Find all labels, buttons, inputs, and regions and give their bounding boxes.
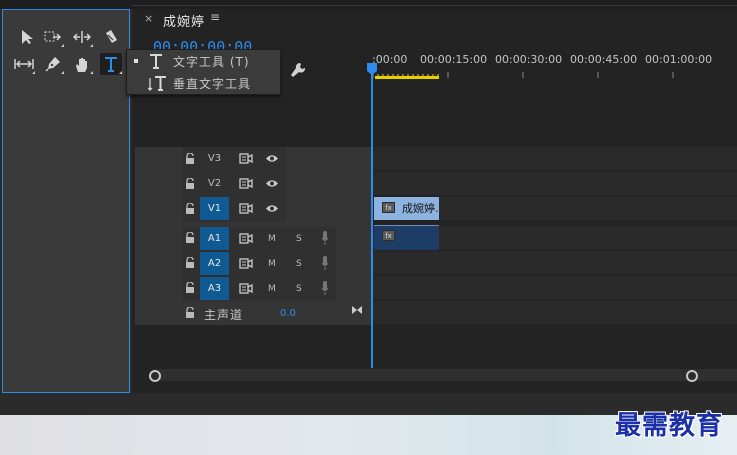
- scroll-handle-left[interactable]: [149, 370, 161, 382]
- flyout-indicator: [90, 71, 93, 74]
- track-lane-a2[interactable]: [373, 251, 737, 274]
- track-target-a2[interactable]: A2: [200, 252, 229, 275]
- clip-label: 成婉婷.: [402, 202, 439, 215]
- solo-button[interactable]: S: [296, 234, 302, 244]
- hand-tool[interactable]: [71, 53, 93, 75]
- sync-lock-icon[interactable]: [234, 172, 258, 195]
- ruler-label: :00:00: [372, 53, 408, 66]
- razor-icon: [106, 30, 117, 43]
- tools-panel: [2, 9, 130, 393]
- hand-icon: [76, 57, 87, 72]
- type-tool-flyout: 文字工具 (T) 垂直文字工具: [126, 49, 281, 95]
- slip-icon: [14, 59, 34, 69]
- timeline-settings-wrench-icon[interactable]: [290, 62, 306, 82]
- track-select-icon: [44, 31, 62, 42]
- playhead-handle[interactable]: [367, 63, 377, 75]
- audio-clip[interactable]: fx: [374, 225, 439, 250]
- watermark-text: 最需教育: [615, 411, 724, 441]
- track-lane-v2[interactable]: [373, 172, 737, 195]
- time-ruler[interactable]: :00:00 00:00:15:00 00:00:30:00 00:00:45:…: [372, 45, 737, 80]
- lock-icon[interactable]: [185, 307, 195, 318]
- razor-tool[interactable]: [100, 26, 122, 48]
- microphone-icon[interactable]: [321, 256, 329, 270]
- solo-button[interactable]: S: [296, 259, 302, 269]
- close-tab-icon[interactable]: ×: [144, 12, 153, 25]
- mute-button[interactable]: M: [268, 284, 276, 294]
- slip-tool[interactable]: [13, 53, 35, 75]
- flyout-item-type-tool[interactable]: 文字工具 (T): [127, 50, 280, 72]
- selection-tool[interactable]: [16, 26, 38, 48]
- fx-badge: fx: [382, 202, 395, 213]
- ripple-edit-icon: [73, 31, 91, 43]
- sync-lock-icon[interactable]: [234, 147, 258, 170]
- selected-bullet-icon: [134, 59, 138, 63]
- lock-icon[interactable]: [185, 257, 195, 268]
- lock-icon[interactable]: [185, 203, 195, 214]
- pen-tool[interactable]: [42, 53, 64, 75]
- track-select-tool[interactable]: [42, 26, 64, 48]
- type-icon: [105, 57, 117, 72]
- flyout-indicator: [90, 44, 93, 47]
- lock-icon[interactable]: [185, 282, 195, 293]
- track-lane-a3[interactable]: [373, 276, 737, 299]
- track-target-v1[interactable]: V1: [200, 197, 229, 220]
- track-target-v2[interactable]: V2: [200, 172, 229, 195]
- ruler-label: 00:00:15:00: [420, 53, 488, 66]
- ruler-label: 00:01:00:00: [645, 53, 713, 66]
- sync-lock-icon[interactable]: [234, 227, 258, 250]
- track-target-a1[interactable]: A1: [200, 227, 229, 250]
- mute-button[interactable]: M: [268, 259, 276, 269]
- type-icon: [148, 50, 164, 72]
- video-clip[interactable]: fx 成婉婷.: [374, 197, 439, 220]
- panel-divider: [132, 5, 737, 6]
- go-to-edit-point-icon[interactable]: [351, 305, 363, 315]
- ripple-edit-tool[interactable]: [71, 26, 93, 48]
- arrow-icon: [22, 30, 33, 44]
- timeline-zoom-scrollbar[interactable]: [149, 369, 737, 382]
- sequence-tab[interactable]: 成婉婷: [163, 11, 205, 30]
- track-lane-v3[interactable]: [373, 147, 737, 170]
- eye-icon[interactable]: [260, 172, 284, 195]
- lock-icon[interactable]: [185, 178, 195, 189]
- track-target-v3[interactable]: V3: [200, 147, 229, 170]
- lock-icon[interactable]: [185, 232, 195, 243]
- flyout-item-vertical-type-tool[interactable]: 垂直文字工具: [127, 72, 280, 94]
- mute-button[interactable]: M: [268, 234, 276, 244]
- vertical-type-icon: [148, 72, 168, 94]
- eye-icon[interactable]: [260, 147, 284, 170]
- flyout-item-label: 垂直文字工具: [173, 77, 252, 91]
- flyout-indicator: [61, 71, 64, 74]
- fx-badge: fx: [382, 230, 395, 241]
- microphone-icon[interactable]: [321, 231, 329, 245]
- type-tool[interactable]: [100, 53, 122, 75]
- scroll-handle-right[interactable]: [686, 370, 698, 382]
- lock-icon[interactable]: [185, 153, 195, 164]
- pen-icon: [45, 57, 60, 72]
- flyout-indicator: [32, 71, 35, 74]
- work-area-bar[interactable]: [375, 76, 439, 79]
- ruler-label: 00:00:30:00: [495, 53, 563, 66]
- flyout-item-label: 文字工具 (T): [173, 55, 250, 69]
- panel-menu-icon[interactable]: ≡: [210, 10, 220, 24]
- sync-lock-icon[interactable]: [234, 277, 258, 300]
- track-lane-master[interactable]: [373, 301, 737, 324]
- master-volume-value[interactable]: 0.0: [280, 308, 296, 319]
- flyout-indicator: [61, 44, 64, 47]
- flyout-indicator: [119, 71, 122, 74]
- ruler-label: 00:00:45:00: [570, 53, 638, 66]
- microphone-icon[interactable]: [321, 281, 329, 295]
- playhead-line[interactable]: [371, 66, 373, 368]
- track-target-a3[interactable]: A3: [200, 277, 229, 300]
- solo-button[interactable]: S: [296, 284, 302, 294]
- master-track-label: 主声道: [204, 308, 244, 322]
- sync-lock-icon[interactable]: [234, 197, 258, 220]
- eye-icon[interactable]: [260, 197, 284, 220]
- sync-lock-icon[interactable]: [234, 252, 258, 275]
